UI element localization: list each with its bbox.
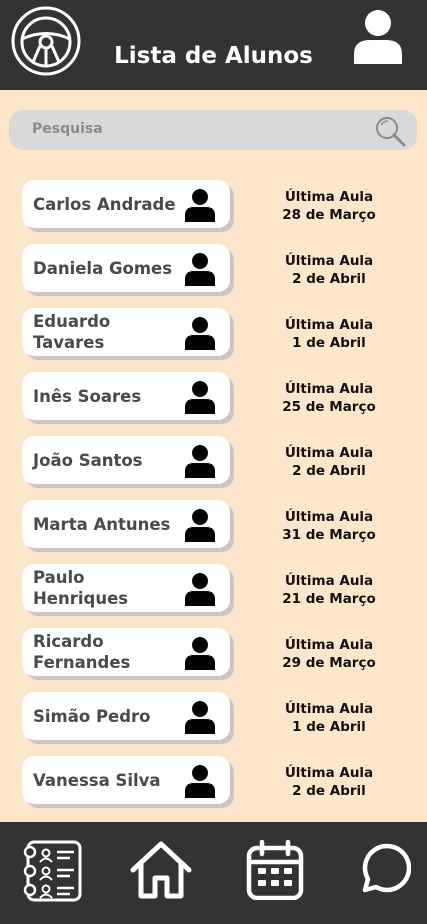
student-card[interactable]: Carlos Andrade — [22, 180, 230, 228]
last-class-label: Última Aula — [284, 509, 374, 525]
last-class-info: Última Aula 2 de Abril — [262, 252, 396, 288]
student-name: Inês Soares — [33, 386, 142, 406]
student-card[interactable]: Daniela Gomes — [22, 244, 230, 292]
list-item: Eduardo Tavares Última Aula 1 de Abril — [0, 308, 427, 362]
student-name: Vanessa Silva — [33, 770, 161, 790]
last-class-info: Última Aula 2 de Abril — [262, 764, 396, 800]
last-class-label: Última Aula — [284, 189, 374, 205]
list-item: Vanessa Silva Última Aula 2 de Abril — [0, 756, 427, 810]
last-class-date: 31 de Março — [282, 527, 376, 543]
last-class-label: Última Aula — [284, 701, 374, 717]
last-class-label: Última Aula — [284, 317, 374, 333]
user-icon — [185, 445, 215, 478]
user-icon — [185, 317, 215, 350]
last-class-info: Última Aula 21 de Março — [262, 572, 396, 608]
user-icon — [185, 509, 215, 542]
user-icon — [185, 253, 215, 286]
last-class-label: Última Aula — [284, 637, 374, 653]
home-icon[interactable] — [129, 840, 193, 900]
user-icon[interactable] — [352, 8, 404, 66]
list-item: Ricardo Fernandes Última Aula 29 de Març… — [0, 628, 427, 682]
last-class-info: Última Aula 2 de Abril — [262, 444, 396, 480]
last-class-info: Última Aula 1 de Abril — [262, 316, 396, 352]
last-class-date: 2 de Abril — [292, 271, 366, 287]
search-icon[interactable] — [373, 114, 407, 148]
student-card[interactable]: Simão Pedro — [22, 692, 230, 740]
last-class-info: Última Aula 31 de Março — [262, 508, 396, 544]
last-class-date: 2 de Abril — [292, 463, 366, 479]
last-class-info: Última Aula 29 de Março — [262, 636, 396, 672]
last-class-label: Última Aula — [284, 253, 374, 269]
list-item: Simão Pedro Última Aula 1 de Abril — [0, 692, 427, 746]
user-icon — [185, 765, 215, 798]
student-name: João Santos — [33, 450, 143, 470]
student-name: Eduardo Tavares — [33, 312, 111, 352]
last-class-label: Última Aula — [284, 573, 374, 589]
student-list-icon[interactable] — [22, 840, 82, 902]
student-card[interactable]: Vanessa Silva — [22, 756, 230, 804]
last-class-label: Última Aula — [284, 445, 374, 461]
student-card[interactable]: Paulo Henriques — [22, 564, 230, 612]
search-bar[interactable]: Pesquisa — [9, 110, 417, 150]
last-class-date: 21 de Março — [282, 591, 376, 607]
last-class-date: 28 de Março — [282, 207, 376, 223]
student-card[interactable]: Ricardo Fernandes — [22, 628, 230, 676]
user-icon — [185, 189, 215, 222]
last-class-info: Última Aula 1 de Abril — [262, 700, 396, 736]
last-class-date: 25 de Março — [282, 399, 376, 415]
list-item: Inês Soares Última Aula 25 de Março — [0, 372, 427, 426]
user-icon — [185, 701, 215, 734]
calendar-icon[interactable] — [246, 840, 304, 900]
list-item: Daniela Gomes Última Aula 2 de Abril — [0, 244, 427, 298]
last-class-date: 2 de Abril — [292, 783, 366, 799]
student-name: Paulo Henriques — [33, 568, 129, 608]
list-item: Carlos Andrade Última Aula 28 de Março — [0, 180, 427, 234]
student-card[interactable]: Marta Antunes — [22, 500, 230, 548]
last-class-info: Última Aula 28 de Março — [262, 188, 396, 224]
student-name: Marta Antunes — [33, 514, 171, 534]
student-name: Simão Pedro — [33, 706, 151, 726]
student-card[interactable]: Inês Soares — [22, 372, 230, 420]
last-class-date: 1 de Abril — [292, 335, 366, 351]
last-class-info: Última Aula 25 de Março — [262, 380, 396, 416]
last-class-label: Última Aula — [284, 381, 374, 397]
student-card[interactable]: Eduardo Tavares — [22, 308, 230, 356]
list-item: Paulo Henriques Última Aula 21 de Março — [0, 564, 427, 618]
list-item: Marta Antunes Última Aula 31 de Março — [0, 500, 427, 554]
student-name: Ricardo Fernandes — [33, 632, 131, 672]
student-card[interactable]: João Santos — [22, 436, 230, 484]
list-item: João Santos Última Aula 2 de Abril — [0, 436, 427, 490]
user-icon — [185, 637, 215, 670]
student-name: Daniela Gomes — [33, 258, 173, 278]
user-icon — [185, 381, 215, 414]
search-input[interactable]: Pesquisa — [32, 121, 103, 137]
user-icon — [185, 573, 215, 606]
last-class-label: Última Aula — [284, 765, 374, 781]
last-class-date: 1 de Abril — [292, 719, 366, 735]
last-class-date: 29 de Março — [282, 655, 376, 671]
student-name: Carlos Andrade — [33, 194, 176, 214]
app-header: Lista de Alunos — [0, 0, 427, 90]
chat-icon[interactable] — [357, 840, 411, 896]
bottom-nav — [0, 822, 427, 924]
